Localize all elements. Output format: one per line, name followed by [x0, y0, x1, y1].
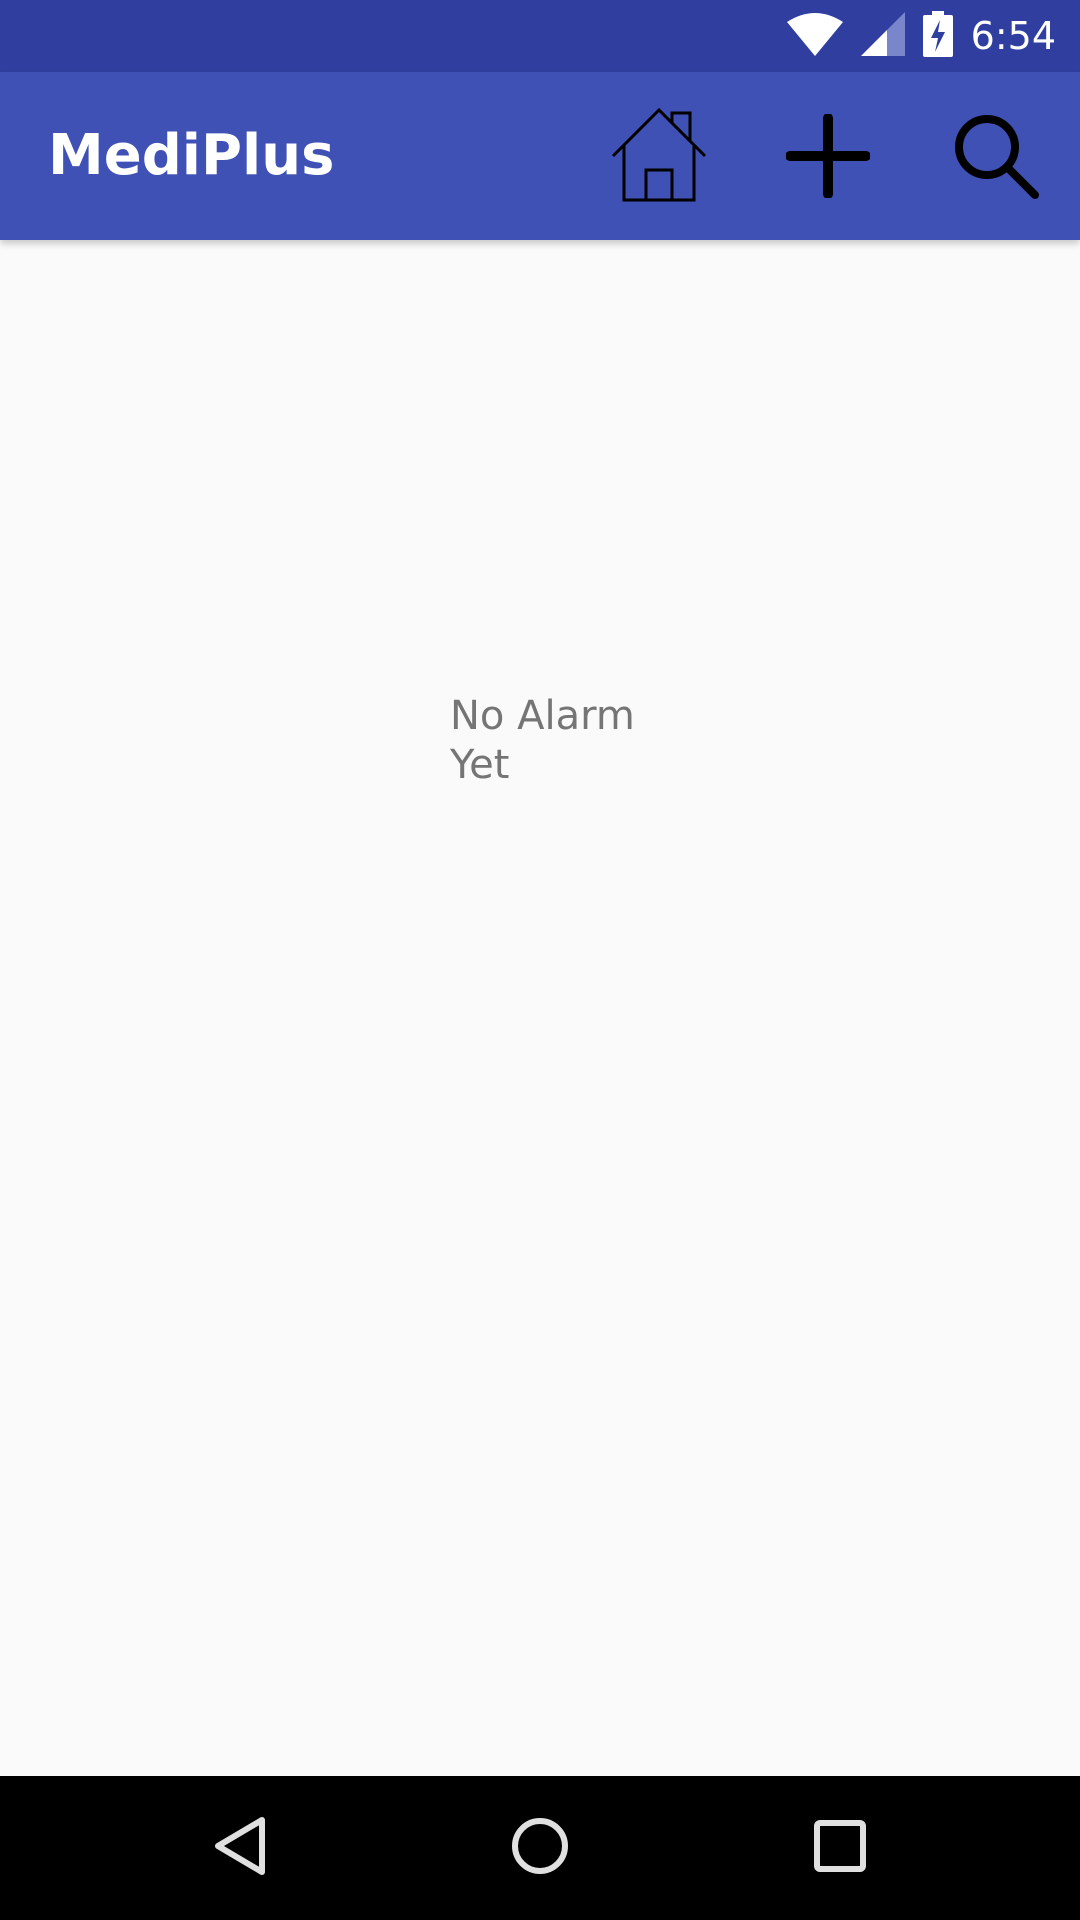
- home-icon: [609, 107, 709, 208]
- nav-home-button[interactable]: [490, 1798, 590, 1898]
- search-button[interactable]: [946, 108, 1046, 208]
- app-title: MediPlus: [48, 123, 335, 188]
- app-bar: MediPlus: [0, 72, 1080, 240]
- add-icon: [785, 113, 871, 202]
- recents-icon: [812, 1818, 868, 1878]
- cellular-signal-icon: [860, 12, 905, 60]
- recents-button[interactable]: [790, 1798, 890, 1898]
- home-circle-icon: [510, 1816, 570, 1880]
- status-bar: 6:54: [0, 0, 1080, 72]
- empty-state-message: No Alarm Yet: [450, 693, 635, 788]
- wifi-icon: [786, 12, 843, 60]
- search-icon: [951, 111, 1041, 205]
- home-button[interactable]: [609, 107, 709, 208]
- status-icons: 6:54: [786, 0, 1056, 72]
- navigation-bar: [0, 1776, 1080, 1920]
- add-button[interactable]: [778, 108, 878, 208]
- alarm-list-area: No Alarm Yet: [0, 240, 1080, 1776]
- back-button[interactable]: [190, 1798, 290, 1898]
- status-time: 6:54: [970, 14, 1056, 58]
- battery-charging-icon: [922, 11, 953, 61]
- back-icon: [212, 1816, 268, 1880]
